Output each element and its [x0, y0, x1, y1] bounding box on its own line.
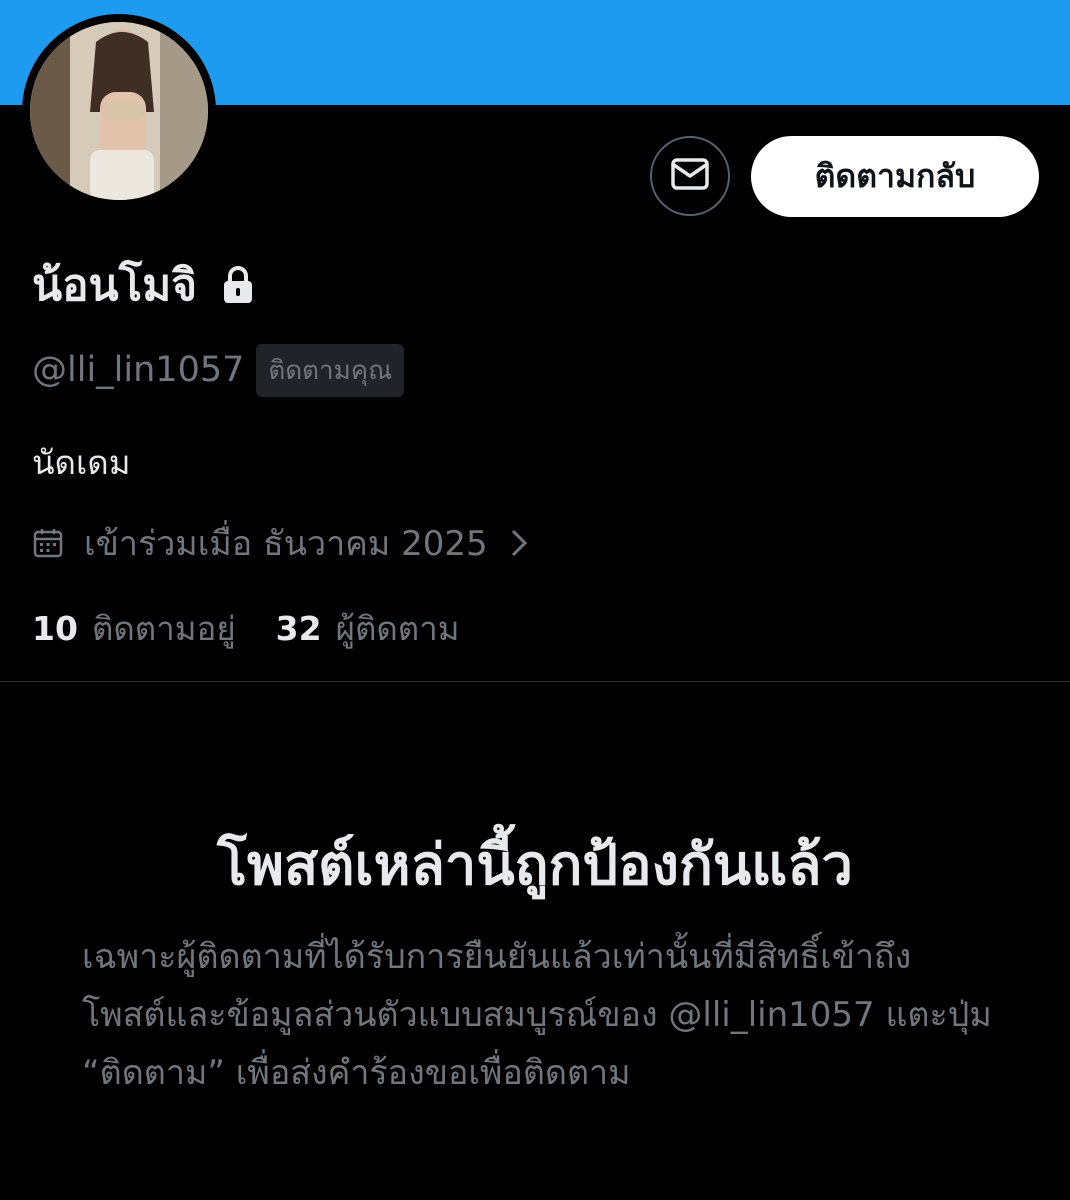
follow-stats: 10 ติดตามอยู่ 32 ผู้ติดตาม [32, 603, 460, 653]
protected-posts-description: เฉพาะผู้ติดตามที่ได้รับการยืนยันแล้วเท่า… [82, 937, 992, 1093]
divider [0, 681, 1070, 682]
followers-label[interactable]: ผู้ติดตาม [336, 602, 460, 655]
avatar[interactable] [22, 14, 216, 208]
user-handle: @lli_lin1057 [32, 350, 245, 390]
following-label[interactable]: ติดตามอยู่ [92, 602, 236, 655]
handle-row: @lli_lin1057 ติดตามคุณ [32, 340, 405, 400]
lock-icon [221, 265, 255, 305]
protected-posts-title: โพสต์เหล่านี้ถูกป้องกันแล้ว [216, 833, 853, 898]
follow-back-button[interactable]: ติดตามกลับ [751, 136, 1039, 217]
avatar-photo [30, 22, 208, 200]
follow-back-label: ติดตามกลับ [814, 157, 976, 195]
joined-date-link[interactable]: เข้าร่วมเมื่อ ธันวาคม 2025 [32, 518, 528, 568]
message-button[interactable] [650, 136, 730, 216]
envelope-icon [670, 157, 710, 195]
display-name: น้อนโมจิ [32, 260, 197, 311]
joined-date-text: เข้าร่วมเมื่อ ธันวาคม 2025 [84, 524, 488, 564]
follows-you-badge: ติดตามคุณ [256, 343, 405, 397]
bio: นัดเดม [32, 443, 131, 482]
chevron-right-icon [510, 528, 528, 558]
display-name-row: น้อนโมจิ [32, 252, 255, 318]
followers-count[interactable]: 32 [276, 609, 322, 648]
calendar-icon [32, 527, 64, 559]
following-count[interactable]: 10 [32, 609, 78, 648]
